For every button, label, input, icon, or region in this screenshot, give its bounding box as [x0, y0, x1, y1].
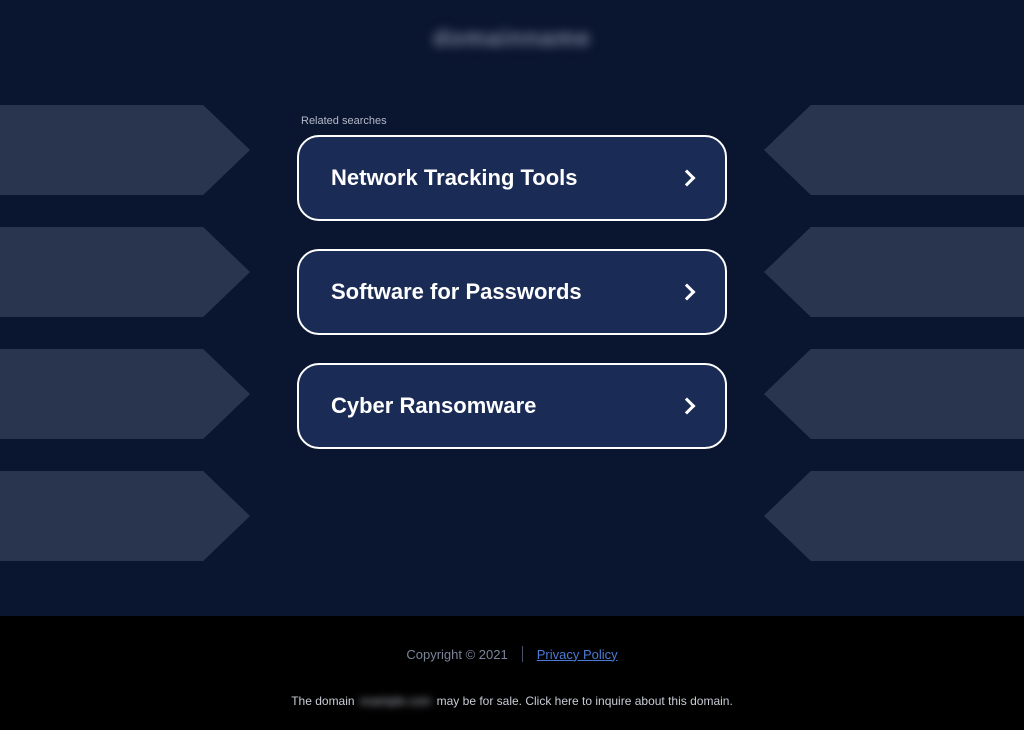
search-link-network-tracking[interactable]: Network Tracking Tools: [297, 135, 727, 221]
domain-sale-suffix: may be for sale. Click here to inquire a…: [437, 694, 733, 708]
domain-name-blurred: example.com: [358, 694, 433, 708]
domain-sale-notice[interactable]: The domain example.com may be for sale. …: [0, 694, 1024, 720]
search-link-software-passwords[interactable]: Software for Passwords: [297, 249, 727, 335]
arrow-shape: [0, 349, 250, 439]
chevron-right-icon: [679, 284, 696, 301]
chevron-right-icon: [679, 398, 696, 415]
footer-top-row: Copyright © 2021 Privacy Policy: [0, 646, 1024, 662]
arrow-shape: [0, 227, 250, 317]
arrow-shape: [764, 227, 1024, 317]
related-searches-label: Related searches: [297, 115, 727, 127]
arrow-shape: [0, 471, 250, 561]
search-link-label: Software for Passwords: [331, 279, 582, 305]
footer-divider: [522, 646, 523, 662]
privacy-policy-link[interactable]: Privacy Policy: [537, 647, 618, 662]
arrow-shape: [764, 471, 1024, 561]
arrow-shape: [764, 105, 1024, 195]
search-link-label: Cyber Ransomware: [331, 393, 536, 419]
chevron-right-icon: [679, 170, 696, 187]
main-content: Related searches Network Tracking Tools …: [297, 0, 727, 449]
footer: Copyright © 2021 Privacy Policy The doma…: [0, 616, 1024, 730]
background-decoration-right: [754, 105, 1024, 593]
search-link-label: Network Tracking Tools: [331, 165, 578, 191]
arrow-shape: [764, 349, 1024, 439]
domain-sale-prefix: The domain: [291, 694, 354, 708]
arrow-shape: [0, 105, 250, 195]
background-decoration-left: [0, 105, 250, 593]
copyright-text: Copyright © 2021: [406, 647, 507, 662]
search-link-cyber-ransomware[interactable]: Cyber Ransomware: [297, 363, 727, 449]
